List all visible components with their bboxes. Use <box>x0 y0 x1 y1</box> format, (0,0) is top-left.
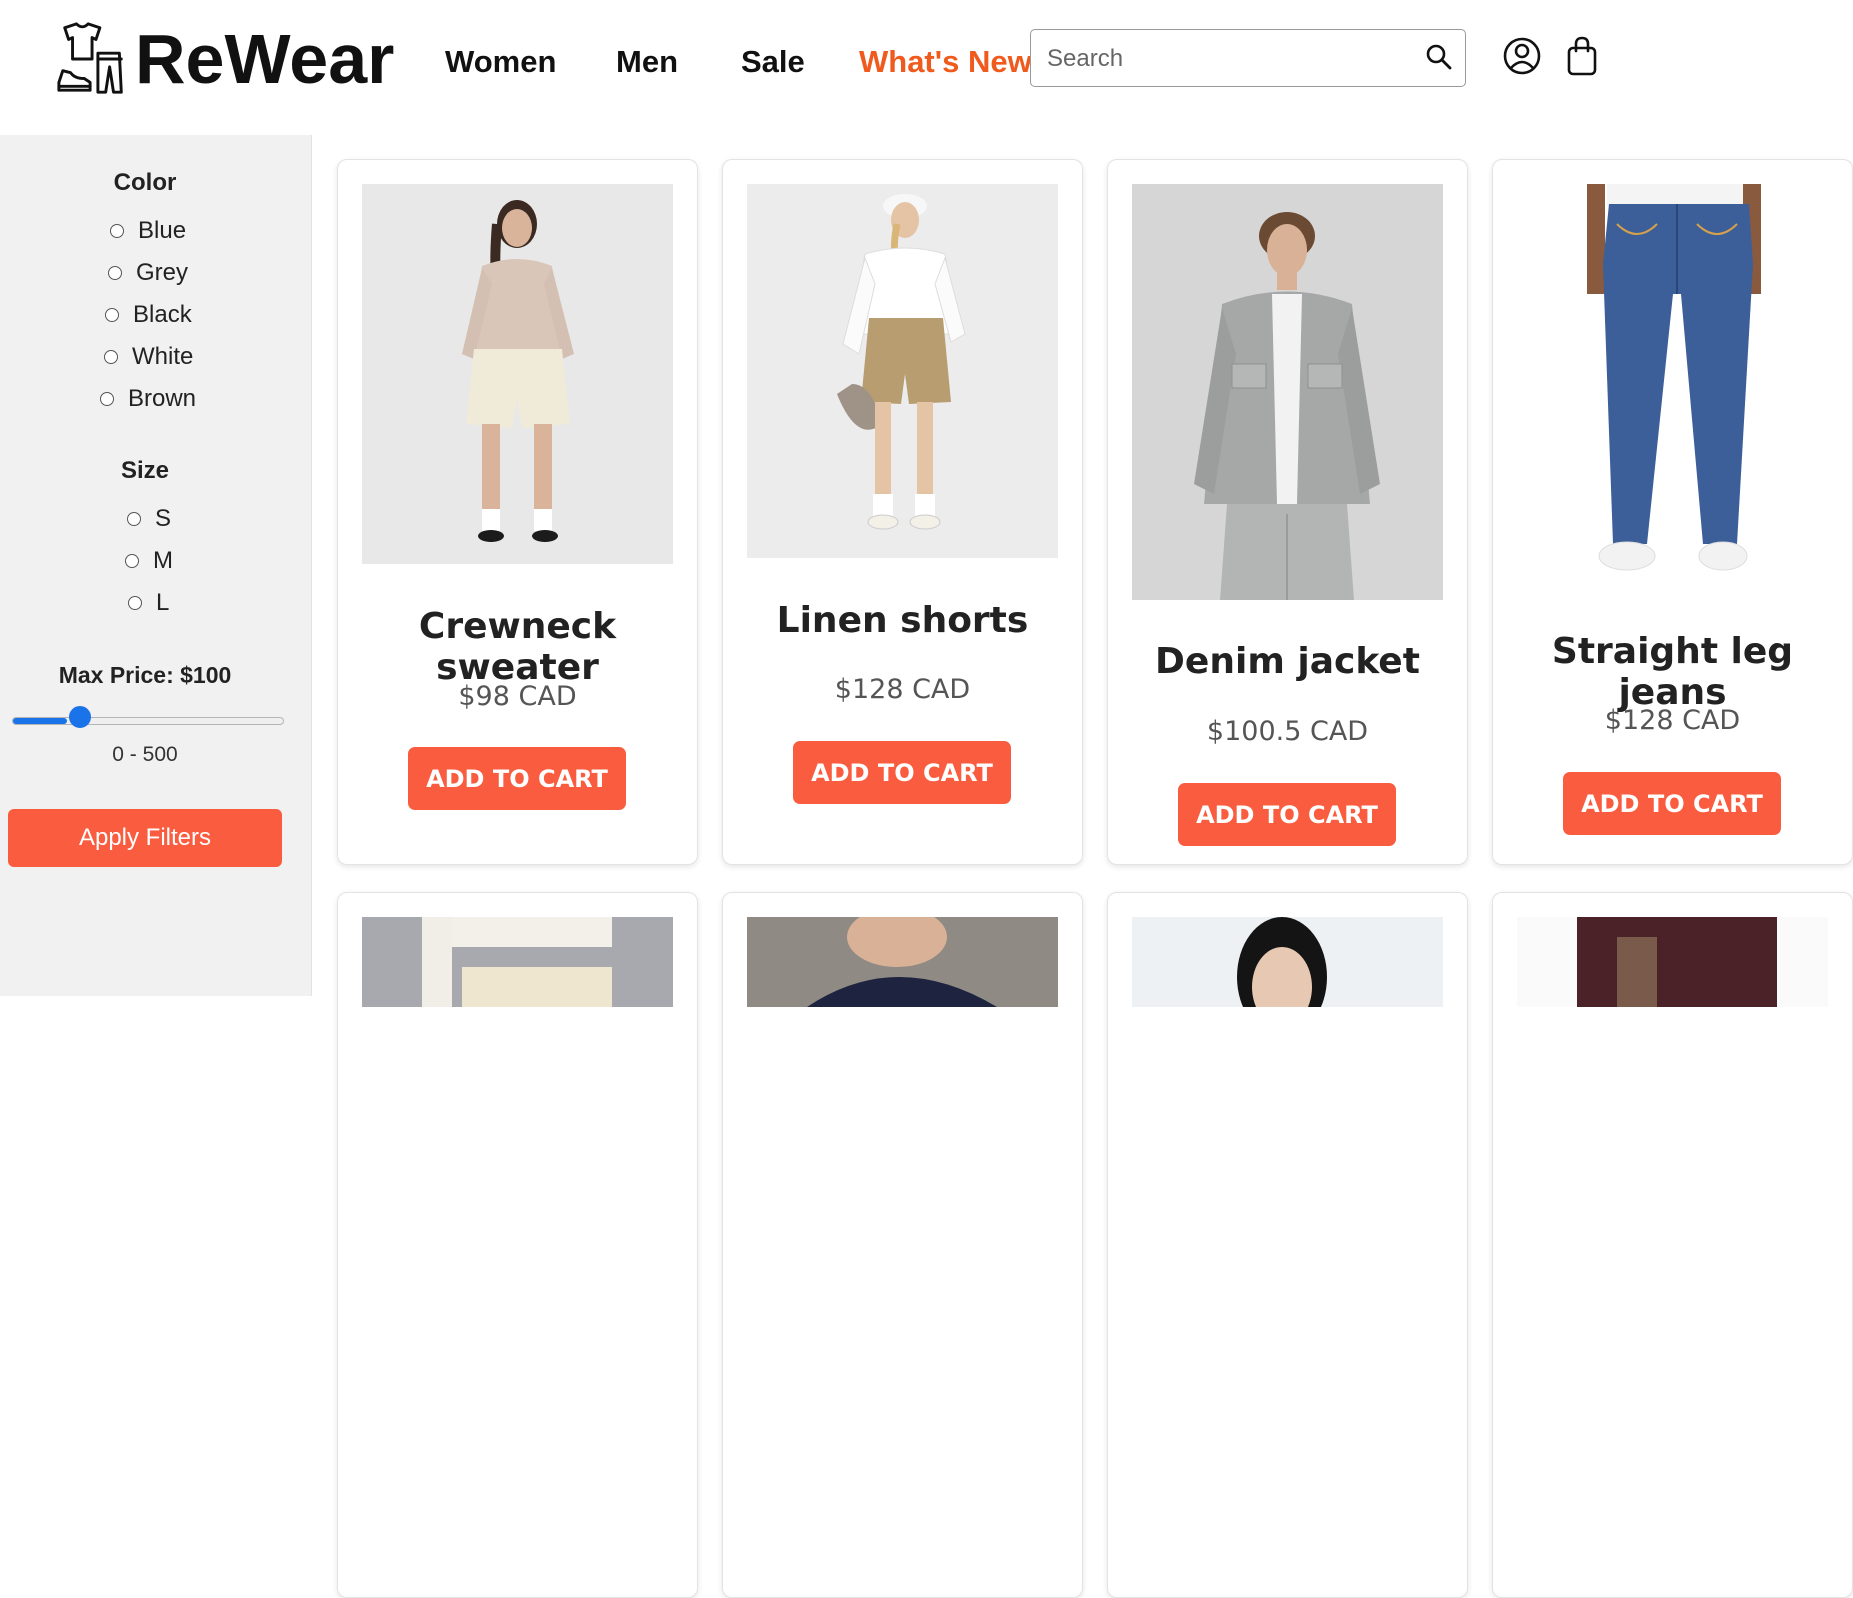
product-image[interactable] <box>362 917 673 1007</box>
color-option-blue[interactable]: Blue <box>110 217 186 245</box>
color-option-label: Blue <box>138 217 187 244</box>
size-option-label: M <box>153 547 173 574</box>
knit-sweater-photo <box>747 917 1058 1007</box>
product-card[interactable] <box>1107 892 1468 1598</box>
radio-button[interactable] <box>105 308 119 322</box>
apply-filters-button[interactable]: Apply Filters <box>8 809 282 867</box>
nav-men[interactable]: Men <box>616 44 678 80</box>
product-card[interactable] <box>337 892 698 1598</box>
woman-sweater-photo <box>362 184 673 564</box>
product-image[interactable] <box>1517 184 1828 587</box>
product-card[interactable]: Crewneck sweater $98 CAD ADD TO CART <box>337 159 698 865</box>
search-icon[interactable] <box>1425 43 1453 71</box>
product-title[interactable]: Crewneck sweater <box>338 606 697 688</box>
user-account-icon[interactable] <box>1502 36 1542 76</box>
brand-name: ReWear <box>135 20 395 98</box>
cropped-top-photo <box>362 917 673 1007</box>
product-price: $100.5 CAD <box>1206 716 1369 747</box>
clothes-logo-icon <box>57 22 123 94</box>
search-input[interactable] <box>1045 30 1419 87</box>
color-option-black[interactable]: Black <box>105 301 192 329</box>
product-title[interactable]: Linen shorts <box>723 600 1082 641</box>
product-image[interactable] <box>362 184 673 564</box>
brand-logo[interactable]: ReWear <box>55 20 394 98</box>
color-filter-heading: Color <box>113 169 177 196</box>
product-card[interactable] <box>1492 892 1853 1598</box>
price-range-text: 0 - 500 <box>112 743 178 766</box>
radio-button[interactable] <box>108 266 122 280</box>
product-card[interactable]: Straight leg jeans $128 CAD ADD TO CART <box>1492 159 1853 865</box>
woman-portrait-photo <box>1132 917 1443 1007</box>
color-option-label: Grey <box>136 259 189 286</box>
filter-sidebar: Color Blue Grey Black White Brown Size S… <box>0 135 312 996</box>
size-filter-heading: Size <box>120 457 170 484</box>
color-option-label: Brown <box>128 385 197 412</box>
color-option-white[interactable]: White <box>104 343 193 371</box>
shopping-bag-icon[interactable] <box>1564 35 1600 77</box>
color-option-grey[interactable]: Grey <box>108 259 188 287</box>
product-image[interactable] <box>1132 184 1443 600</box>
product-card[interactable]: Linen shorts $128 CAD ADD TO CART <box>722 159 1083 865</box>
size-option-l[interactable]: L <box>128 589 169 617</box>
product-image[interactable] <box>1132 917 1443 1007</box>
nav-women[interactable]: Women <box>445 44 556 80</box>
add-to-cart-button[interactable]: ADD TO CART <box>408 747 626 810</box>
size-option-label: L <box>156 589 170 616</box>
add-to-cart-button[interactable]: ADD TO CART <box>1178 783 1396 846</box>
radio-button[interactable] <box>110 224 124 238</box>
color-option-label: White <box>132 343 194 370</box>
product-price: $128 CAD <box>1604 705 1741 736</box>
radio-button[interactable] <box>125 554 139 568</box>
product-price: $128 CAD <box>834 674 971 705</box>
product-image[interactable] <box>747 184 1058 558</box>
man-denim-jacket-photo <box>1132 184 1443 600</box>
site-header: ReWear Women Men Sale What's New <box>0 0 1853 135</box>
product-image[interactable] <box>1517 917 1828 1007</box>
search-bar[interactable] <box>1030 29 1466 87</box>
max-price-label: Max Price: $100 <box>58 662 232 688</box>
price-slider-fill <box>13 718 68 724</box>
product-image[interactable] <box>747 917 1058 1007</box>
add-to-cart-button[interactable]: ADD TO CART <box>1563 772 1781 835</box>
nav-whats-new[interactable]: What's New <box>859 44 1032 80</box>
radio-button[interactable] <box>128 596 142 610</box>
color-option-label: Black <box>133 301 192 328</box>
product-price: $98 CAD <box>458 681 577 712</box>
radio-button[interactable] <box>104 350 118 364</box>
product-title[interactable]: Denim jacket <box>1108 641 1467 682</box>
size-option-m[interactable]: M <box>125 547 173 575</box>
color-option-brown[interactable]: Brown <box>100 385 196 413</box>
size-option-label: S <box>155 505 172 532</box>
nav-sale[interactable]: Sale <box>741 44 805 80</box>
product-title[interactable]: Straight leg jeans <box>1493 631 1852 713</box>
price-slider-track[interactable] <box>12 717 284 725</box>
product-card[interactable] <box>722 892 1083 1598</box>
radio-button[interactable] <box>127 512 141 526</box>
straight-jeans-photo <box>1517 184 1828 587</box>
add-to-cart-button[interactable]: ADD TO CART <box>793 741 1011 804</box>
product-card[interactable]: Denim jacket $100.5 CAD ADD TO CART <box>1107 159 1468 865</box>
maroon-shirt-photo <box>1517 917 1828 1007</box>
size-option-s[interactable]: S <box>127 505 171 533</box>
radio-button[interactable] <box>100 392 114 406</box>
woman-linen-shorts-photo <box>747 184 1058 558</box>
